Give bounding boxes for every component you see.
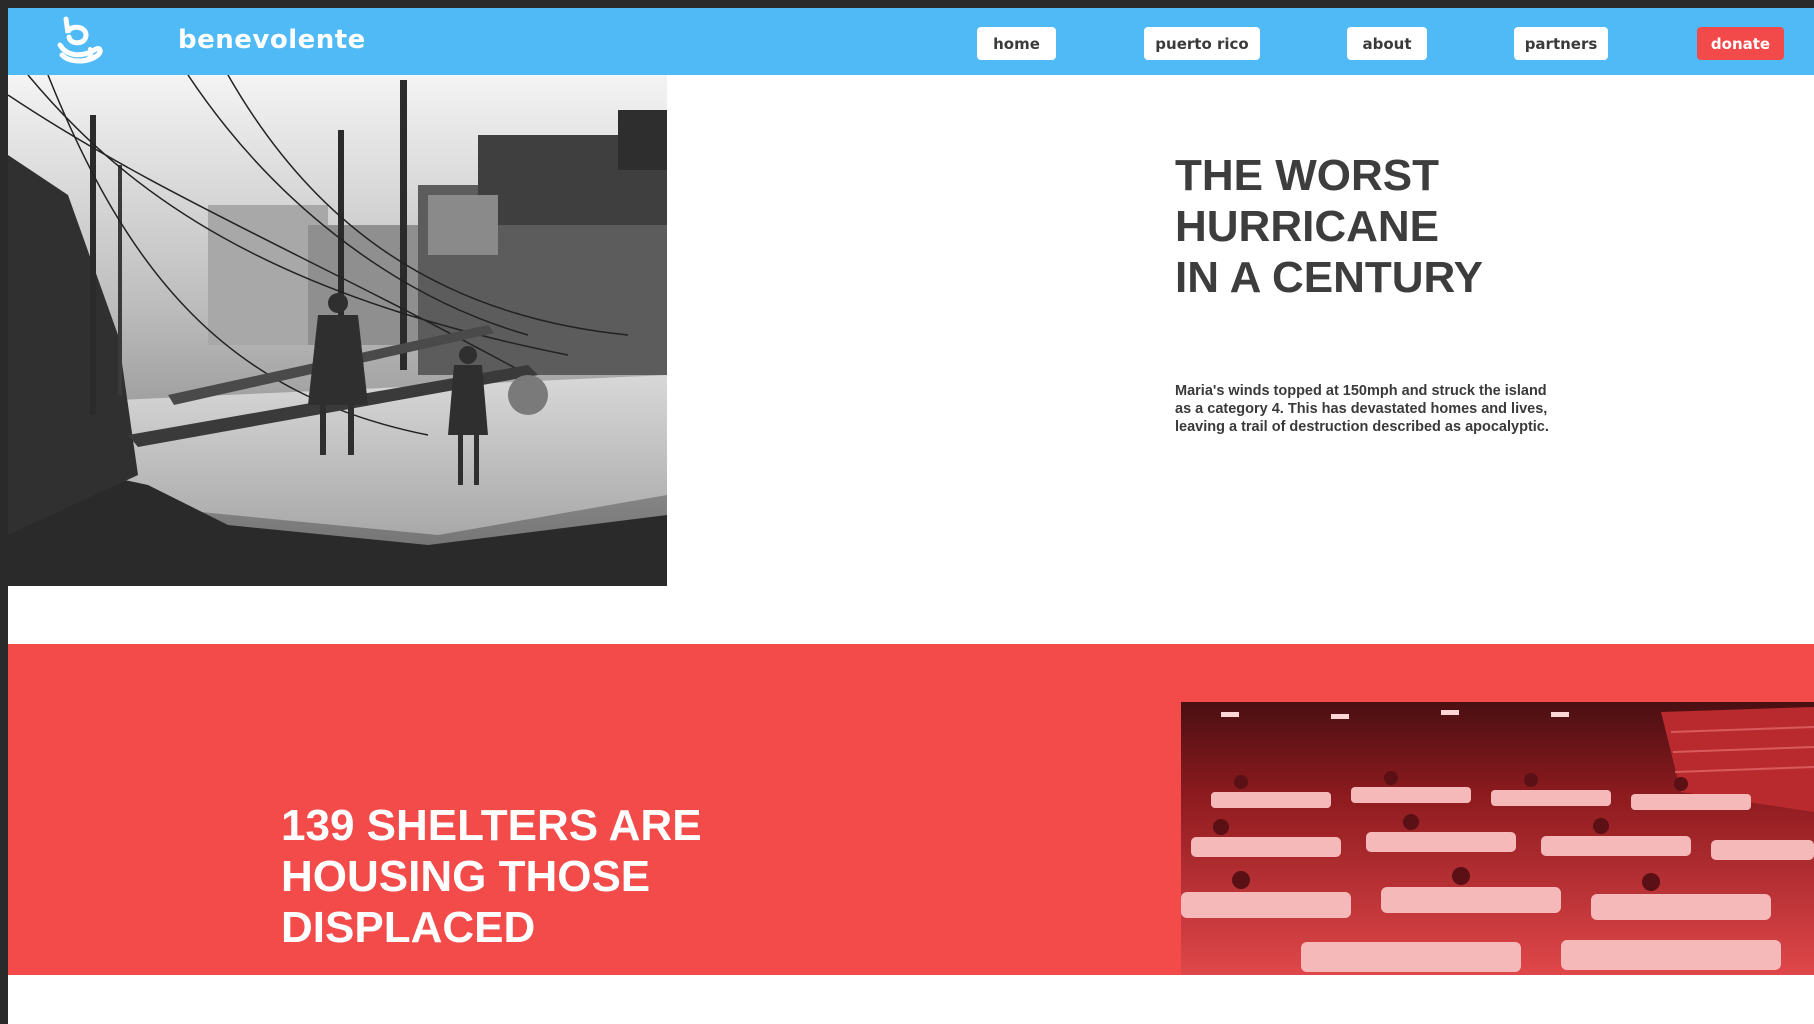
hero-headline-line: THE WORST [1175,151,1439,200]
hurricane-aftermath-photo [8,75,667,586]
top-navbar: benevolente home puerto rico about partn… [8,8,1814,75]
window-frame-left [0,0,8,1024]
shelters-headline: 139 SHELTERS ARE HOUSING THOSE DISPLACED [281,800,841,953]
window-frame-top [0,0,1814,8]
hero-headline-line: HURRICANE [1175,202,1439,251]
nav-puerto-rico-button[interactable]: puerto rico [1144,27,1260,60]
donate-button[interactable]: donate [1697,27,1784,60]
shelters-headline-line: HOUSING THOSE [281,852,651,901]
shelter-cots-photo [1181,702,1814,975]
brand-name[interactable]: benevolente [178,25,366,55]
shelters-headline-line: 139 SHELTERS ARE [281,801,702,850]
shelters-headline-line: DISPLACED [281,903,536,952]
hero-headline: THE WORST HURRICANE IN A CENTURY [1175,150,1675,303]
nav-about-button[interactable]: about [1347,27,1427,60]
hero-headline-line: IN A CENTURY [1175,253,1483,302]
hand-b-logo-icon[interactable] [56,15,106,67]
hero-body-text: Maria's winds topped at 150mph and struc… [1175,383,1549,435]
nav-partners-button[interactable]: partners [1514,27,1608,60]
nav-home-button[interactable]: home [977,27,1056,60]
